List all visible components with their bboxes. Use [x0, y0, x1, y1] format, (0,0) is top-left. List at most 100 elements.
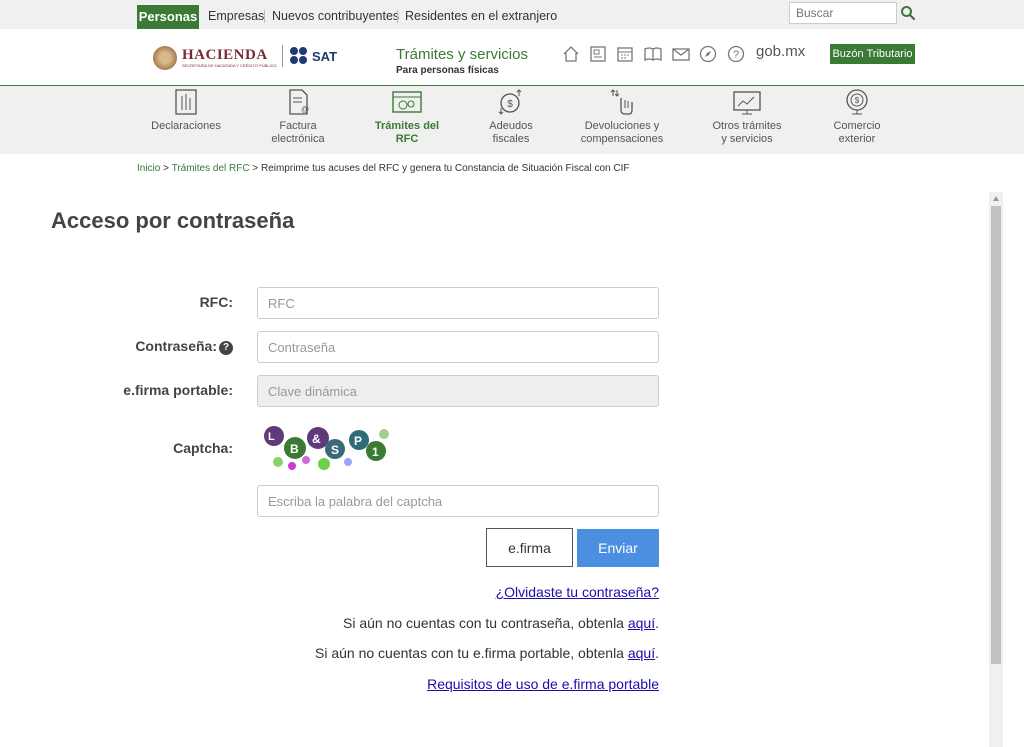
sat-mark-icon	[290, 47, 308, 65]
tab-nuevos-contribuyentes[interactable]: Nuevos contribuyentes	[272, 9, 399, 23]
declaraciones-icon	[175, 89, 197, 115]
obtener-contrasena-link[interactable]: aquí	[628, 615, 655, 631]
nav-label: Trámites del	[374, 120, 440, 132]
captcha-image: L B & S P 1	[262, 424, 392, 474]
sat-logo[interactable]: SAT	[290, 47, 337, 65]
factura-icon: @	[289, 89, 309, 115]
top-bar: Personas Empresas Nuevos contribuyentes …	[0, 0, 1024, 29]
nav-factura-electronica[interactable]: @ Factura electrónica	[262, 88, 334, 146]
nav-label: Adeudos	[489, 120, 533, 132]
breadcrumb-tramites-rfc[interactable]: Trámites del RFC	[172, 163, 250, 174]
gob-mx-link[interactable]: gob.mx	[756, 43, 805, 60]
divider	[397, 10, 398, 23]
main-nav: Declaraciones @ Factura electrónica Trám…	[0, 86, 1024, 154]
no-efirma-row: Si aún no cuentas con tu e.firma portabl…	[315, 645, 659, 661]
document-icon[interactable]	[589, 45, 607, 63]
comercio-exterior-icon: $	[846, 89, 868, 115]
nav-adeudos-fiscales[interactable]: $ Adeudos fiscales	[477, 88, 545, 146]
buzon-tributario-button[interactable]: Buzón Tributario	[830, 44, 915, 64]
page-title: Acceso por contraseña	[51, 208, 295, 233]
nav-label: Declaraciones	[151, 120, 221, 132]
breadcrumb-separator: >	[160, 163, 172, 174]
compass-icon[interactable]	[699, 45, 717, 63]
clave-dinamica-input[interactable]	[257, 375, 659, 407]
enviar-button[interactable]: Enviar	[577, 529, 659, 567]
svg-text:@: @	[301, 105, 309, 114]
scrollbar-thumb[interactable]	[991, 206, 1001, 664]
mail-icon[interactable]	[672, 45, 690, 63]
svg-text:B: B	[290, 442, 299, 456]
password-label: Contraseña:	[135, 338, 217, 354]
requisitos-efirma-link[interactable]: Requisitos de uso de e.firma portable	[427, 676, 659, 692]
hacienda-logo[interactable]: HACIENDA SECRETARÍA DE HACIENDA Y CRÉDIT…	[153, 44, 277, 72]
nav-label: Otros trámites	[712, 120, 782, 132]
svg-text:P: P	[354, 434, 362, 448]
svg-text:$: $	[855, 96, 860, 105]
scroll-up-arrow-icon[interactable]	[993, 196, 999, 201]
search-input[interactable]	[789, 2, 897, 24]
period-text: .	[655, 615, 659, 631]
rfc-label: RFC:	[199, 294, 233, 310]
rfc-input[interactable]	[257, 287, 659, 319]
divider	[264, 10, 265, 23]
efirma-button[interactable]: e.firma	[486, 528, 573, 567]
forgot-password-link[interactable]: ¿Olvidaste tu contraseña?	[496, 584, 659, 600]
nav-devoluciones[interactable]: Devoluciones y compensaciones	[580, 88, 664, 146]
book-icon[interactable]	[644, 45, 662, 63]
logo-divider	[282, 45, 283, 67]
breadcrumb-separator: >	[249, 163, 261, 174]
forgot-password-row: ¿Olvidaste tu contraseña?	[496, 584, 659, 600]
svg-text:?: ?	[733, 49, 739, 61]
breadcrumb-current: Reimprime tus acuses del RFC y genera tu…	[260, 163, 630, 174]
breadcrumb: Inicio > Trámites del RFC > Reimprime tu…	[137, 163, 629, 174]
svg-text:1: 1	[372, 445, 379, 459]
nav-label: Devoluciones y	[584, 120, 660, 132]
svg-text:&: &	[312, 432, 321, 446]
period-text: .	[655, 645, 659, 661]
nav-label: Factura	[279, 120, 317, 132]
search-icon[interactable]	[900, 5, 916, 21]
svg-text:L: L	[268, 431, 275, 443]
nav-comercio-exterior[interactable]: $ Comercio exterior	[826, 88, 888, 146]
home-icon[interactable]	[562, 45, 580, 63]
site-header: HACIENDA SECRETARÍA DE HACIENDA Y CRÉDIT…	[0, 29, 1024, 86]
password-label-row: Contraseña:?	[33, 338, 233, 355]
adeudos-icon: $	[498, 89, 522, 115]
hacienda-logo-text: HACIENDA	[182, 46, 268, 63]
header-subtitle: Para personas físicas	[396, 65, 499, 76]
no-password-row: Si aún no cuentas con tu contraseña, obt…	[343, 615, 659, 631]
tab-residentes-extranjero[interactable]: Residentes en el extranjero	[405, 9, 557, 23]
sat-logo-text: SAT	[312, 48, 338, 64]
devoluciones-icon	[610, 89, 633, 115]
no-password-text: Si aún no cuentas con tu contraseña, obt…	[342, 615, 628, 631]
seal-icon	[153, 46, 177, 70]
svg-text:S: S	[331, 443, 339, 457]
captcha-input[interactable]	[257, 485, 659, 517]
no-efirma-text: Si aún no cuentas con tu e.firma portabl…	[314, 645, 628, 661]
otros-tramites-icon	[733, 91, 761, 115]
nav-declaraciones[interactable]: Declaraciones	[150, 88, 222, 133]
hacienda-logo-subtext: SECRETARÍA DE HACIENDA Y CRÉDITO PÚBLICO	[182, 62, 277, 68]
nav-label: fiscales	[492, 133, 530, 145]
nav-label: compensaciones	[580, 133, 664, 145]
captcha-label: Captcha:	[173, 440, 233, 456]
obtener-efirma-link[interactable]: aquí	[628, 645, 655, 661]
requisitos-row: Requisitos de uso de e.firma portable	[427, 676, 659, 692]
question-circle-icon[interactable]: ?	[219, 341, 233, 355]
tab-personas[interactable]: Personas	[137, 5, 199, 29]
nav-otros-tramites[interactable]: Otros trámites y servicios	[707, 88, 787, 146]
tab-empresas[interactable]: Empresas	[208, 9, 264, 23]
calendar-icon[interactable]	[616, 45, 634, 63]
svg-text:$: $	[507, 99, 513, 110]
nav-label: Comercio	[833, 120, 881, 132]
password-input[interactable]	[257, 331, 659, 363]
breadcrumb-inicio[interactable]: Inicio	[137, 163, 160, 174]
tramites-rfc-icon	[392, 91, 422, 113]
help-icon[interactable]: ?	[727, 45, 745, 63]
nav-tramites-rfc[interactable]: Trámites del RFC	[369, 88, 445, 146]
header-title: Trámites y servicios	[396, 46, 528, 63]
nav-label: electrónica	[271, 133, 325, 145]
nav-label: exterior	[838, 133, 876, 145]
nav-label: RFC	[395, 133, 419, 145]
nav-label: y servicios	[721, 133, 773, 145]
